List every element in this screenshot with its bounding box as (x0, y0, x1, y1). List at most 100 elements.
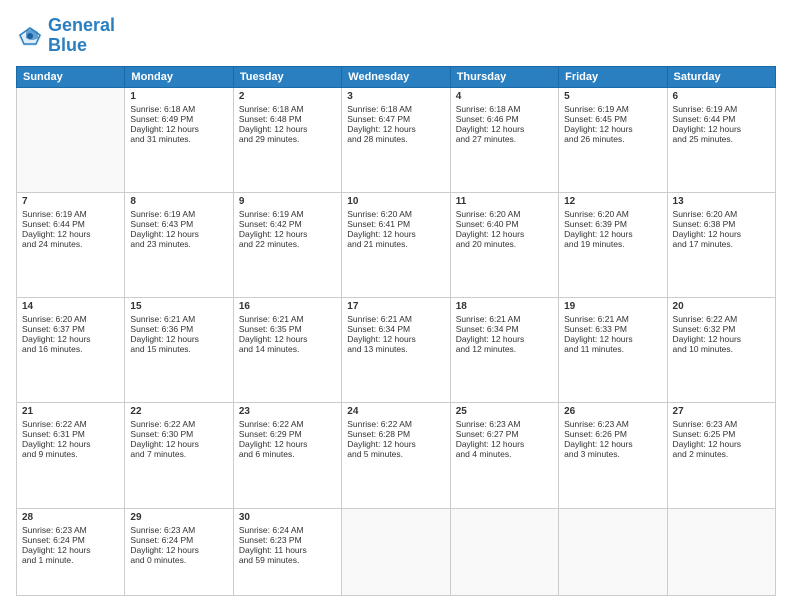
calendar-cell: 26Sunrise: 6:23 AMSunset: 6:26 PMDayligh… (559, 403, 667, 508)
day-info-line: Sunset: 6:40 PM (456, 219, 553, 229)
header-row: SundayMondayTuesdayWednesdayThursdayFrid… (17, 66, 776, 87)
calendar-cell: 29Sunrise: 6:23 AMSunset: 6:24 PMDayligh… (125, 508, 233, 595)
day-info-line: Daylight: 12 hours (239, 334, 336, 344)
day-info-line: and 23 minutes. (130, 239, 227, 249)
day-info-line: and 0 minutes. (130, 555, 227, 565)
calendar-cell: 23Sunrise: 6:22 AMSunset: 6:29 PMDayligh… (233, 403, 341, 508)
day-info-line: Sunset: 6:33 PM (564, 324, 661, 334)
day-number: 29 (130, 512, 227, 523)
logo-icon (16, 22, 44, 50)
day-info-line: Sunrise: 6:18 AM (130, 104, 227, 114)
day-info-line: Sunrise: 6:22 AM (22, 419, 119, 429)
day-info-line: and 1 minute. (22, 555, 119, 565)
day-info-line: Sunset: 6:26 PM (564, 429, 661, 439)
day-info-line: Daylight: 12 hours (347, 439, 444, 449)
day-info-line: and 17 minutes. (673, 239, 770, 249)
day-info-line: Sunrise: 6:23 AM (456, 419, 553, 429)
day-info-line: Daylight: 12 hours (673, 439, 770, 449)
day-number: 8 (130, 196, 227, 207)
day-info-line: Daylight: 12 hours (239, 124, 336, 134)
calendar-cell: 7Sunrise: 6:19 AMSunset: 6:44 PMDaylight… (17, 192, 125, 297)
day-info-line: Sunset: 6:27 PM (456, 429, 553, 439)
day-info-line: Sunset: 6:37 PM (22, 324, 119, 334)
day-info-line: and 27 minutes. (456, 134, 553, 144)
day-info-line: Sunset: 6:44 PM (22, 219, 119, 229)
calendar-cell: 13Sunrise: 6:20 AMSunset: 6:38 PMDayligh… (667, 192, 775, 297)
header: General Blue (16, 16, 776, 56)
day-info-line: Sunset: 6:42 PM (239, 219, 336, 229)
day-info-line: Daylight: 12 hours (22, 334, 119, 344)
day-info-line: Daylight: 12 hours (239, 229, 336, 239)
day-info-line: Sunrise: 6:22 AM (673, 314, 770, 324)
header-cell-wednesday: Wednesday (342, 66, 450, 87)
day-info-line: Sunrise: 6:20 AM (22, 314, 119, 324)
day-info-line: Sunrise: 6:18 AM (456, 104, 553, 114)
day-number: 13 (673, 196, 770, 207)
day-info-line: and 3 minutes. (564, 449, 661, 459)
day-number: 22 (130, 406, 227, 417)
day-info-line: Sunrise: 6:22 AM (347, 419, 444, 429)
day-info-line: Sunset: 6:43 PM (130, 219, 227, 229)
day-number: 25 (456, 406, 553, 417)
week-row-2: 14Sunrise: 6:20 AMSunset: 6:37 PMDayligh… (17, 298, 776, 403)
calendar-cell: 30Sunrise: 6:24 AMSunset: 6:23 PMDayligh… (233, 508, 341, 595)
day-number: 24 (347, 406, 444, 417)
day-info-line: Daylight: 12 hours (673, 124, 770, 134)
day-info-line: and 28 minutes. (347, 134, 444, 144)
day-info-line: and 4 minutes. (456, 449, 553, 459)
day-info-line: Sunset: 6:44 PM (673, 114, 770, 124)
day-info-line: Daylight: 11 hours (239, 545, 336, 555)
day-number: 28 (22, 512, 119, 523)
day-info-line: Sunset: 6:34 PM (456, 324, 553, 334)
day-info-line: Daylight: 12 hours (130, 229, 227, 239)
day-number: 16 (239, 301, 336, 312)
day-info-line: Daylight: 12 hours (130, 124, 227, 134)
day-number: 20 (673, 301, 770, 312)
day-info-line: and 24 minutes. (22, 239, 119, 249)
day-info-line: Sunset: 6:47 PM (347, 114, 444, 124)
day-info-line: Daylight: 12 hours (456, 334, 553, 344)
day-info-line: and 13 minutes. (347, 344, 444, 354)
day-number: 12 (564, 196, 661, 207)
day-info-line: and 14 minutes. (239, 344, 336, 354)
calendar-cell: 17Sunrise: 6:21 AMSunset: 6:34 PMDayligh… (342, 298, 450, 403)
day-info-line: Sunset: 6:39 PM (564, 219, 661, 229)
day-info-line: and 25 minutes. (673, 134, 770, 144)
header-cell-saturday: Saturday (667, 66, 775, 87)
header-cell-friday: Friday (559, 66, 667, 87)
day-number: 2 (239, 91, 336, 102)
day-info-line: Sunset: 6:23 PM (239, 535, 336, 545)
day-info-line: Sunrise: 6:18 AM (239, 104, 336, 114)
header-cell-thursday: Thursday (450, 66, 558, 87)
day-info-line: Sunrise: 6:19 AM (673, 104, 770, 114)
calendar-cell: 3Sunrise: 6:18 AMSunset: 6:47 PMDaylight… (342, 87, 450, 192)
day-info-line: Sunrise: 6:21 AM (130, 314, 227, 324)
day-info-line: Sunrise: 6:19 AM (130, 209, 227, 219)
calendar-cell: 19Sunrise: 6:21 AMSunset: 6:33 PMDayligh… (559, 298, 667, 403)
day-number: 4 (456, 91, 553, 102)
page: General Blue SundayMondayTuesdayWednesda… (0, 0, 792, 612)
calendar-cell: 2Sunrise: 6:18 AMSunset: 6:48 PMDaylight… (233, 87, 341, 192)
calendar-cell: 20Sunrise: 6:22 AMSunset: 6:32 PMDayligh… (667, 298, 775, 403)
day-info-line: and 10 minutes. (673, 344, 770, 354)
day-info-line: and 21 minutes. (347, 239, 444, 249)
day-info-line: Daylight: 12 hours (130, 334, 227, 344)
day-info-line: and 7 minutes. (130, 449, 227, 459)
day-info-line: Sunrise: 6:19 AM (22, 209, 119, 219)
day-info-line: Sunrise: 6:20 AM (564, 209, 661, 219)
day-number: 15 (130, 301, 227, 312)
header-cell-monday: Monday (125, 66, 233, 87)
day-info-line: Daylight: 12 hours (456, 439, 553, 449)
header-cell-sunday: Sunday (17, 66, 125, 87)
day-info-line: Daylight: 12 hours (673, 229, 770, 239)
day-info-line: Sunrise: 6:21 AM (239, 314, 336, 324)
day-info-line: and 5 minutes. (347, 449, 444, 459)
calendar-cell: 14Sunrise: 6:20 AMSunset: 6:37 PMDayligh… (17, 298, 125, 403)
day-info-line: Daylight: 12 hours (130, 545, 227, 555)
day-info-line: and 31 minutes. (130, 134, 227, 144)
day-info-line: Sunrise: 6:21 AM (456, 314, 553, 324)
day-info-line: Sunset: 6:34 PM (347, 324, 444, 334)
logo: General Blue (16, 16, 115, 56)
calendar-cell: 8 Sunrise: 6:19 AMSunset: 6:43 PMDaylight… (125, 192, 233, 297)
day-info-line: Sunrise: 6:19 AM (564, 104, 661, 114)
